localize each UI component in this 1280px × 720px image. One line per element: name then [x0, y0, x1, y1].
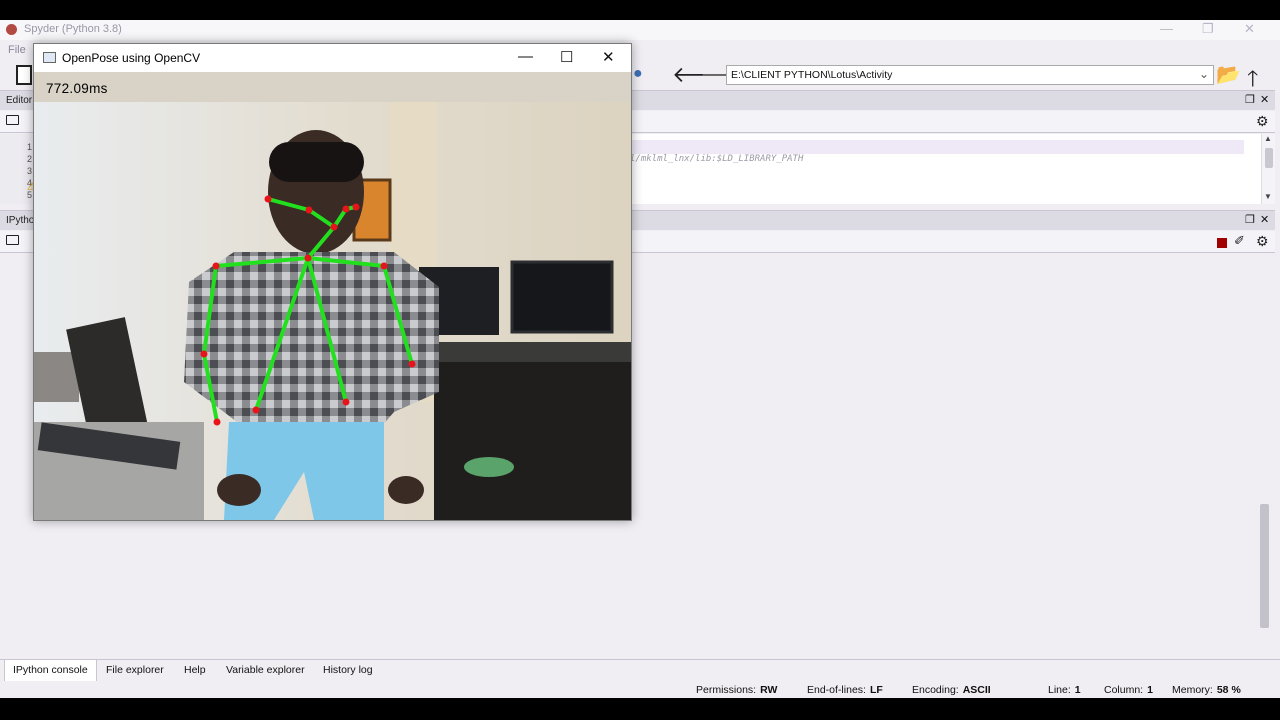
status-bar: Permissions: RW End-of-lines: LF Encoding:…	[0, 681, 1280, 698]
scroll-up-icon[interactable]: ▲	[1264, 134, 1272, 143]
minimize-icon[interactable]: —	[518, 48, 533, 65]
person-hair	[269, 142, 364, 182]
skeleton-joint	[264, 195, 272, 203]
webcam-frame: 772.09ms	[34, 72, 631, 520]
skeleton-joint	[252, 406, 260, 414]
scroll-thumb[interactable]	[1265, 148, 1273, 168]
line-number: 1	[27, 142, 33, 152]
tab-help[interactable]: Help	[182, 664, 208, 676]
gear-icon[interactable]: ⚙	[1256, 233, 1269, 250]
desk-body	[434, 362, 631, 520]
line-number-gutter: 1 2 3 4 5 ⚠	[0, 134, 37, 204]
restore-icon[interactable]: ❐	[1202, 21, 1214, 37]
line-number: 2	[27, 154, 33, 164]
opencv-window[interactable]: OpenPose using OpenCV — ☐ ✕ 772.09ms	[33, 43, 632, 521]
webcam-scene	[34, 72, 631, 520]
status-label: Permissions:	[696, 684, 757, 696]
status-memory: Memory: 58 %	[1172, 684, 1241, 696]
window-app-icon	[43, 52, 56, 63]
tab-ipython-console[interactable]: IPython console	[4, 660, 97, 682]
status-value: LF	[869, 684, 883, 696]
monitor-right	[510, 260, 614, 334]
screen: Spyder (Python 3.8) — ❐ ✕ File ● 🡐 🡒 E:\…	[0, 0, 1280, 720]
skeleton-joint	[342, 398, 350, 406]
skeleton-joint	[330, 223, 338, 231]
editor-scrollbar[interactable]: ▲ ▼	[1261, 134, 1275, 204]
console-scrollbar[interactable]	[1256, 254, 1273, 638]
person-hand-right	[388, 476, 424, 504]
close-pane-icon[interactable]: ✕	[1260, 93, 1269, 106]
skeleton-joint	[304, 254, 312, 262]
status-label: Encoding:	[912, 684, 959, 696]
status-value: 1	[1074, 684, 1081, 696]
status-label: Memory:	[1172, 684, 1213, 696]
spyder-logo-icon	[6, 24, 17, 35]
status-line: Line: 1	[1048, 684, 1081, 696]
status-column: Column: 1	[1104, 684, 1153, 696]
status-value: RW	[760, 684, 778, 696]
close-icon[interactable]: ✕	[1244, 21, 1255, 37]
skeleton-joint	[408, 360, 416, 368]
skeleton-joint	[212, 262, 220, 270]
editor-pane-label: Editor	[6, 95, 33, 106]
ceiling	[34, 72, 631, 102]
working-directory-path: E:\CLIENT PYTHON\Lotus\Activity	[731, 69, 893, 81]
python-icon[interactable]: ●	[633, 65, 643, 83]
tab-history-log[interactable]: History log	[321, 664, 375, 676]
skeleton-joint	[200, 350, 208, 358]
browse-tabs-icon[interactable]	[6, 115, 19, 125]
maximize-icon[interactable]: ☐	[560, 48, 573, 66]
inference-latency-text: 772.09ms	[46, 81, 108, 96]
status-permissions: Permissions: RW	[696, 684, 777, 696]
status-label: Column:	[1104, 684, 1144, 696]
gear-icon[interactable]: ⚙	[1256, 113, 1269, 130]
skeleton-joint	[342, 205, 350, 213]
code-text: l/mklml_lnx/lib:$LD_LIBRARY_PATH	[630, 154, 804, 164]
desk-top	[434, 342, 631, 362]
skeleton-joint	[352, 203, 360, 211]
close-pane-icon[interactable]: ✕	[1260, 213, 1269, 226]
browse-tabs-icon[interactable]	[6, 235, 19, 245]
minimize-icon[interactable]: —	[1160, 21, 1173, 36]
folder-open-icon[interactable]: 📂	[1216, 62, 1241, 87]
skeleton-joint	[305, 206, 313, 214]
bottom-tab-bar: IPython console File explorer Help Varia…	[0, 659, 1280, 682]
skeleton-joint	[213, 418, 221, 426]
spyder-titlebar: Spyder (Python 3.8) — ❐ ✕	[0, 20, 1280, 40]
working-directory-combo[interactable]: E:\CLIENT PYTHON\Lotus\Activity ⌄	[726, 65, 1214, 85]
status-label: End-of-lines:	[807, 684, 866, 696]
tab-variable-explorer[interactable]: Variable explorer	[224, 664, 307, 676]
close-icon[interactable]: ✕	[602, 48, 615, 66]
left-equipment	[34, 352, 79, 402]
eraser-icon[interactable]: ✐	[1234, 233, 1245, 249]
chevron-down-icon[interactable]: ⌄	[1199, 67, 1209, 81]
opencv-titlebar[interactable]: OpenPose using OpenCV — ☐ ✕	[34, 44, 631, 72]
spyder-title: Spyder (Python 3.8)	[24, 23, 122, 35]
opencv-window-title: OpenPose using OpenCV	[62, 51, 201, 65]
status-value: ASCII	[962, 684, 991, 696]
status-value: 1	[1147, 684, 1153, 696]
status-eol: End-of-lines: LF	[807, 684, 883, 696]
status-value: 58 %	[1216, 684, 1241, 696]
undock-icon[interactable]: ❐	[1245, 213, 1255, 226]
new-file-icon[interactable]	[16, 65, 32, 85]
undock-icon[interactable]: ❐	[1245, 93, 1255, 106]
green-object	[464, 457, 514, 477]
line-number: 3	[27, 166, 33, 176]
skeleton-joint	[380, 262, 388, 270]
status-label: Line:	[1048, 684, 1071, 696]
status-encoding: Encoding: ASCII	[912, 684, 991, 696]
scroll-thumb[interactable]	[1260, 504, 1269, 628]
person-hand-left	[217, 474, 261, 506]
stop-icon[interactable]	[1217, 238, 1227, 248]
tab-file-explorer[interactable]: File explorer	[104, 664, 166, 676]
menu-file[interactable]: File	[8, 44, 26, 56]
scroll-down-icon[interactable]: ▼	[1264, 192, 1272, 201]
